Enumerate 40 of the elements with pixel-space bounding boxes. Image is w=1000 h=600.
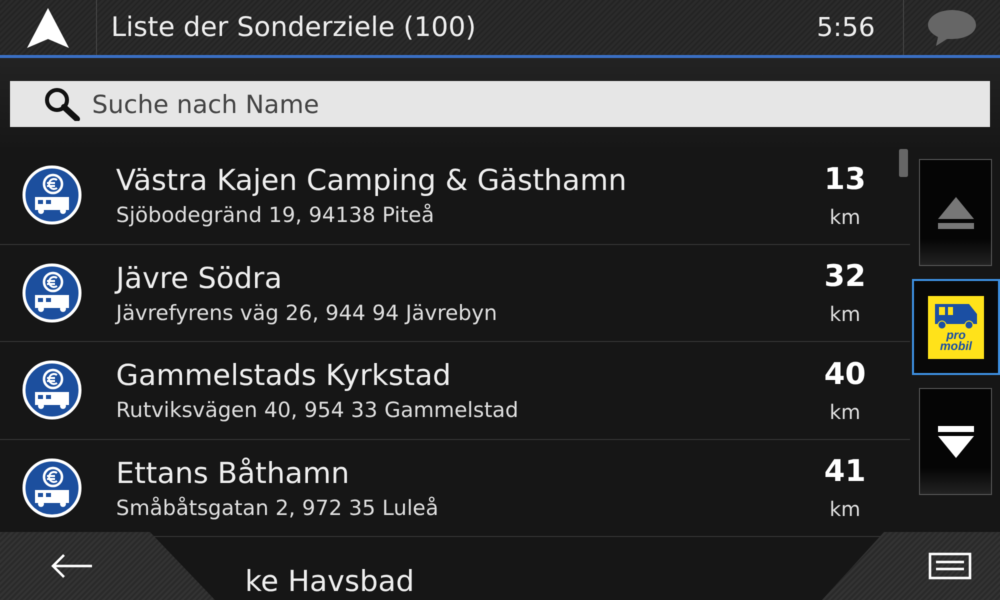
clock-time: 5:56 <box>816 0 904 55</box>
navigation-arrow-icon[interactable] <box>27 8 69 48</box>
screen-title: Liste der Sonderziele (100) <box>110 12 478 43</box>
distance-unit: km <box>829 204 861 229</box>
place-row[interactable]: Gammelstads Kyrkstad Rutviksvägen 40, 954 33 Gammelstad 40 km <box>0 342 910 440</box>
eject-up-icon <box>938 196 974 228</box>
place-row[interactable]: Västra Kajen Camping & Gästhamn Sjöbodegränd 19, 94138 Piteå 13 km <box>0 147 910 244</box>
camper-euro-icon <box>22 262 82 323</box>
place-name: Gammelstads Kyrkstad <box>116 358 452 392</box>
place-address: Rutviksvägen 40, 954 33 Gammelstad <box>116 398 520 422</box>
camper-euro-icon <box>22 360 82 420</box>
camper-euro-icon <box>22 165 82 226</box>
scroll-down-button[interactable] <box>919 388 992 495</box>
logo-word: pro <box>946 330 966 340</box>
search-bar[interactable]: Suche nach Name <box>10 81 990 127</box>
distance-unit: km <box>829 400 861 424</box>
distance-unit: km <box>829 302 861 326</box>
place-name: Ettans Båthamn <box>116 456 350 490</box>
distance-value: 40 <box>824 356 866 392</box>
distance-value: 13 <box>824 162 866 197</box>
down-triangle-icon <box>938 426 974 458</box>
logo-word: mobil <box>940 340 972 352</box>
camper-euro-icon <box>22 458 82 518</box>
place-address: Jävrefyrens väg 26, 944 94 Jävrebyn <box>116 300 498 325</box>
place-name: Jävre Södra <box>116 260 284 295</box>
category-logo-button[interactable]: pro mobil <box>912 279 1000 375</box>
distance-unit: km <box>829 497 861 522</box>
place-name: ke Havsbad <box>245 564 416 598</box>
search-field[interactable]: Suche nach Name <box>90 88 990 120</box>
distance-value: 32 <box>824 259 866 294</box>
scrollbar-thumb[interactable] <box>899 149 908 177</box>
place-name: Västra Kajen Camping & Gästhamn <box>116 163 628 198</box>
place-address: Småbåtsgatan 2, 972 35 Luleå <box>116 496 440 520</box>
distance-value: 41 <box>824 454 866 490</box>
speech-bubble-icon[interactable] <box>926 8 978 48</box>
menu-icon <box>928 552 972 580</box>
place-row[interactable]: Jävre Södra Jävrefyrens väg 26, 944 94 Jävrebyn 32 km <box>0 244 910 342</box>
search-icon <box>44 87 80 121</box>
place-address: Sjöbodegränd 19, 94138 Piteå <box>116 203 436 228</box>
back-arrow-icon <box>50 553 94 579</box>
